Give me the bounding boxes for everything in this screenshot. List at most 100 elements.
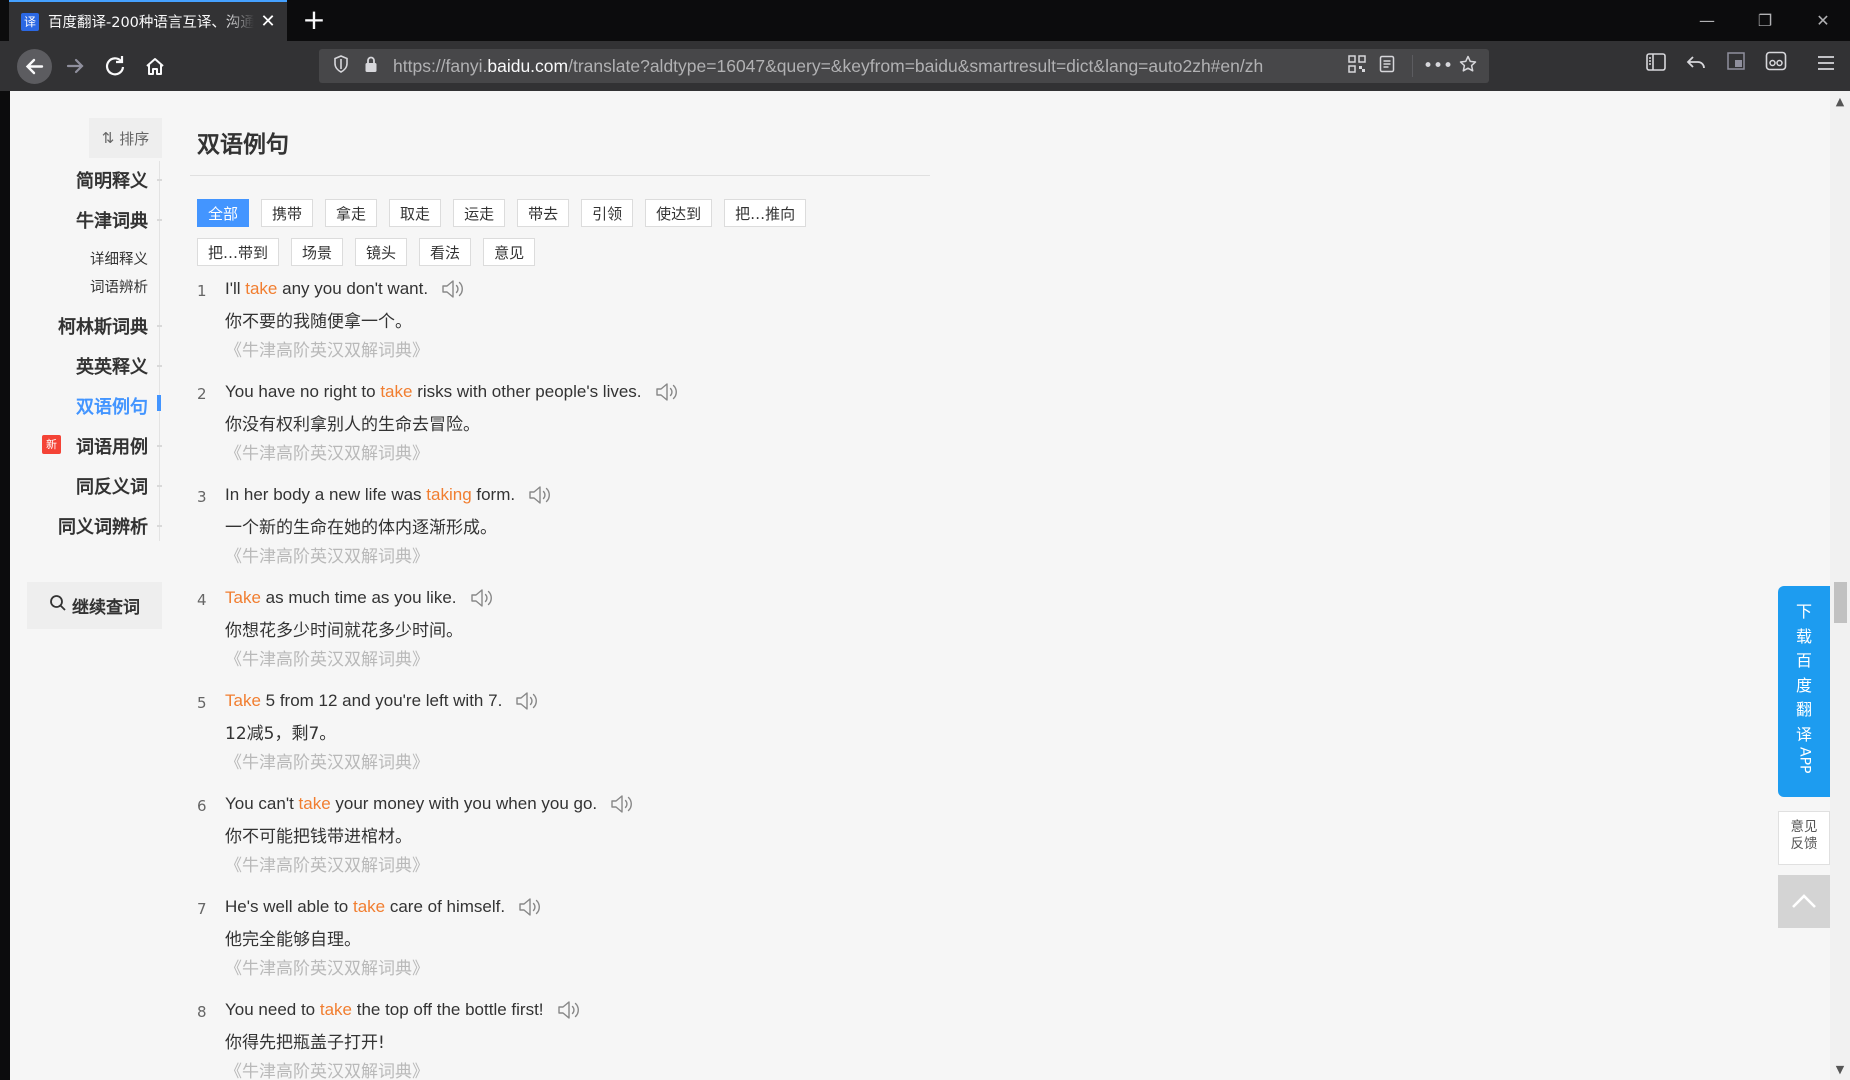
example-source[interactable]: 《牛津高阶英汉双解词典》 bbox=[225, 954, 429, 979]
page-actions-menu-icon[interactable]: ••• bbox=[1423, 56, 1453, 76]
example-keyword: taking bbox=[426, 485, 472, 504]
address-bar[interactable]: https://fanyi.baidu.com/translate?aldtyp… bbox=[319, 49, 1489, 83]
example-english: In her body a new life was taking form. bbox=[225, 484, 554, 506]
app-banner-char: 译 bbox=[1795, 724, 1812, 744]
close-window-icon[interactable]: ✕ bbox=[1794, 0, 1850, 41]
close-tab-icon[interactable]: ✕ bbox=[257, 11, 279, 32]
example-chinese: 你不可能把钱带进棺材。 bbox=[225, 827, 412, 847]
example-english: You need to take the top off the bottle … bbox=[225, 999, 583, 1021]
sidebar-item-collins-dictionary[interactable]: 柯林斯词典 bbox=[58, 313, 148, 339]
sidebar-item-synonyms-antonyms[interactable]: 同反义词 bbox=[76, 473, 148, 499]
filter-tag[interactable]: 运走 bbox=[453, 199, 506, 227]
example-chinese: 12减5，剩7。 bbox=[225, 724, 337, 744]
url-text[interactable]: https://fanyi.baidu.com/translate?aldtyp… bbox=[393, 56, 1343, 77]
example-source[interactable]: 《牛津高阶英汉双解词典》 bbox=[225, 439, 429, 464]
example-source[interactable]: 《牛津高阶英汉双解词典》 bbox=[225, 645, 429, 670]
example-source[interactable]: 《牛津高阶英汉双解词典》 bbox=[225, 851, 429, 876]
sidebar-item-word-usage[interactable]: 词语用例 bbox=[76, 433, 148, 459]
sidebar-item-bilingual-examples[interactable]: 双语例句 bbox=[76, 393, 148, 419]
filter-tag[interactable]: 意见 bbox=[483, 238, 536, 266]
example-number: 2 bbox=[197, 385, 207, 403]
hamburger-menu-icon[interactable] bbox=[1810, 50, 1842, 82]
example-source[interactable]: 《牛津高阶英汉双解词典》 bbox=[225, 748, 429, 773]
continue-lookup-label: 继续查词 bbox=[72, 598, 140, 618]
forward-arrow-icon[interactable] bbox=[59, 50, 91, 82]
filter-tag[interactable]: 带去 bbox=[517, 199, 570, 227]
scrollbar-thumb[interactable] bbox=[1834, 582, 1847, 623]
browser-tab[interactable]: 译 百度翻译-200种语言互译、沟通全世界！ ✕ bbox=[9, 0, 287, 41]
restore-window-icon[interactable]: ❐ bbox=[1736, 0, 1794, 41]
undo-arrow-icon[interactable] bbox=[1680, 50, 1712, 82]
sort-arrows-icon: ⇅ bbox=[101, 129, 115, 147]
sidebar-item-english-definition[interactable]: 英英释义 bbox=[76, 353, 148, 379]
filter-tag[interactable]: 全部 bbox=[197, 199, 250, 227]
speaker-icon[interactable] bbox=[557, 999, 583, 1021]
home-icon[interactable] bbox=[139, 50, 171, 82]
speaker-icon[interactable] bbox=[515, 690, 541, 712]
scroll-down-arrow-icon[interactable]: ▼ bbox=[1830, 1063, 1850, 1076]
speaker-icon[interactable] bbox=[441, 278, 467, 300]
back-arrow-icon[interactable] bbox=[17, 49, 52, 84]
sidebar-subitem-word-discrimination[interactable]: 词语辨析 bbox=[90, 276, 148, 297]
feedback-button[interactable]: 意见 反馈 bbox=[1778, 811, 1830, 865]
url-bar-actions: ••• bbox=[1342, 49, 1489, 83]
speaker-icon[interactable] bbox=[518, 896, 544, 918]
app-banner-char: 载 bbox=[1795, 626, 1812, 646]
example-source[interactable]: 《牛津高阶英汉双解词典》 bbox=[225, 1057, 429, 1080]
minimize-window-icon[interactable]: — bbox=[1678, 0, 1736, 41]
filter-tag[interactable]: 镜头 bbox=[355, 238, 408, 266]
example-keyword: Take bbox=[225, 691, 261, 710]
example-chinese: 你得先把瓶盖子打开! bbox=[225, 1033, 385, 1053]
example-keyword: take bbox=[352, 897, 386, 916]
qr-code-icon[interactable] bbox=[1342, 54, 1372, 78]
example-english-pre: I'll bbox=[225, 279, 246, 298]
speaker-icon[interactable] bbox=[655, 381, 681, 403]
filter-tag[interactable]: 取走 bbox=[389, 199, 442, 227]
filter-tag[interactable]: 看法 bbox=[419, 238, 472, 266]
url-domain: baidu.com bbox=[487, 55, 569, 76]
lock-icon[interactable] bbox=[361, 56, 381, 77]
filter-tag[interactable]: 把…推向 bbox=[724, 199, 807, 227]
url-separator bbox=[1412, 55, 1413, 77]
speaker-icon[interactable] bbox=[470, 587, 496, 609]
extension-mask-icon[interactable] bbox=[1760, 50, 1792, 82]
example-english-pre: He's well able to bbox=[225, 897, 353, 916]
sidebar-subitem-detailed-definition[interactable]: 详细释义 bbox=[90, 248, 148, 269]
filter-tag[interactable]: 场景 bbox=[291, 238, 344, 266]
example-keyword: take bbox=[298, 794, 331, 813]
new-badge: 新 bbox=[42, 435, 61, 454]
example-english-pre: You have no right to bbox=[225, 382, 381, 401]
filter-tag[interactable]: 引领 bbox=[581, 199, 634, 227]
filter-tag[interactable]: 把…带到 bbox=[197, 238, 280, 266]
download-app-banner[interactable]: 下载百度翻译 APP bbox=[1778, 586, 1830, 797]
example-number: 7 bbox=[197, 900, 207, 918]
example-english-pre: You can't bbox=[225, 794, 299, 813]
example-chinese: 你没有权利拿别人的生命去冒险。 bbox=[225, 415, 480, 435]
reload-icon[interactable] bbox=[99, 50, 131, 82]
vertical-scrollbar[interactable]: ▲ ▼ bbox=[1830, 91, 1850, 1080]
reader-view-icon[interactable] bbox=[1372, 55, 1402, 78]
scroll-up-arrow-icon[interactable]: ▲ bbox=[1830, 95, 1850, 108]
sidebar-item-brief-definition[interactable]: 简明释义 bbox=[76, 167, 148, 193]
back-to-top-button[interactable] bbox=[1778, 875, 1830, 928]
speaker-icon[interactable] bbox=[528, 484, 554, 506]
continue-lookup-button[interactable]: 继续查词 bbox=[27, 582, 162, 629]
example-source[interactable]: 《牛津高阶英汉双解词典》 bbox=[225, 336, 429, 361]
speaker-icon[interactable] bbox=[610, 793, 636, 815]
tracking-protection-shield-icon[interactable] bbox=[331, 55, 351, 77]
sort-button[interactable]: ⇅ 排序 bbox=[89, 118, 162, 158]
sidebar-toggle-icon[interactable] bbox=[1640, 50, 1672, 82]
filter-tag[interactable]: 携带 bbox=[261, 199, 314, 227]
tab-title: 百度翻译-200种语言互译、沟通全世界！ bbox=[48, 15, 254, 31]
example-english-post: risks with other people's lives. bbox=[412, 382, 642, 401]
filter-tag[interactable]: 使达到 bbox=[645, 199, 713, 227]
example-source[interactable]: 《牛津高阶英汉双解词典》 bbox=[225, 542, 429, 567]
new-tab-plus-icon[interactable]: + bbox=[298, 4, 330, 36]
sidebar-item-oxford-dictionary[interactable]: 牛津词典 bbox=[76, 207, 148, 233]
sidebar-item-synonym-discrimination[interactable]: 同义词辨析 bbox=[58, 513, 148, 539]
example-english: I'll take any you don't want. bbox=[225, 278, 467, 300]
filter-tag[interactable]: 拿走 bbox=[325, 199, 378, 227]
bookmark-star-icon[interactable] bbox=[1453, 55, 1483, 78]
screenshot-icon[interactable] bbox=[1720, 50, 1752, 82]
example-english-post: care of himself. bbox=[385, 897, 506, 916]
